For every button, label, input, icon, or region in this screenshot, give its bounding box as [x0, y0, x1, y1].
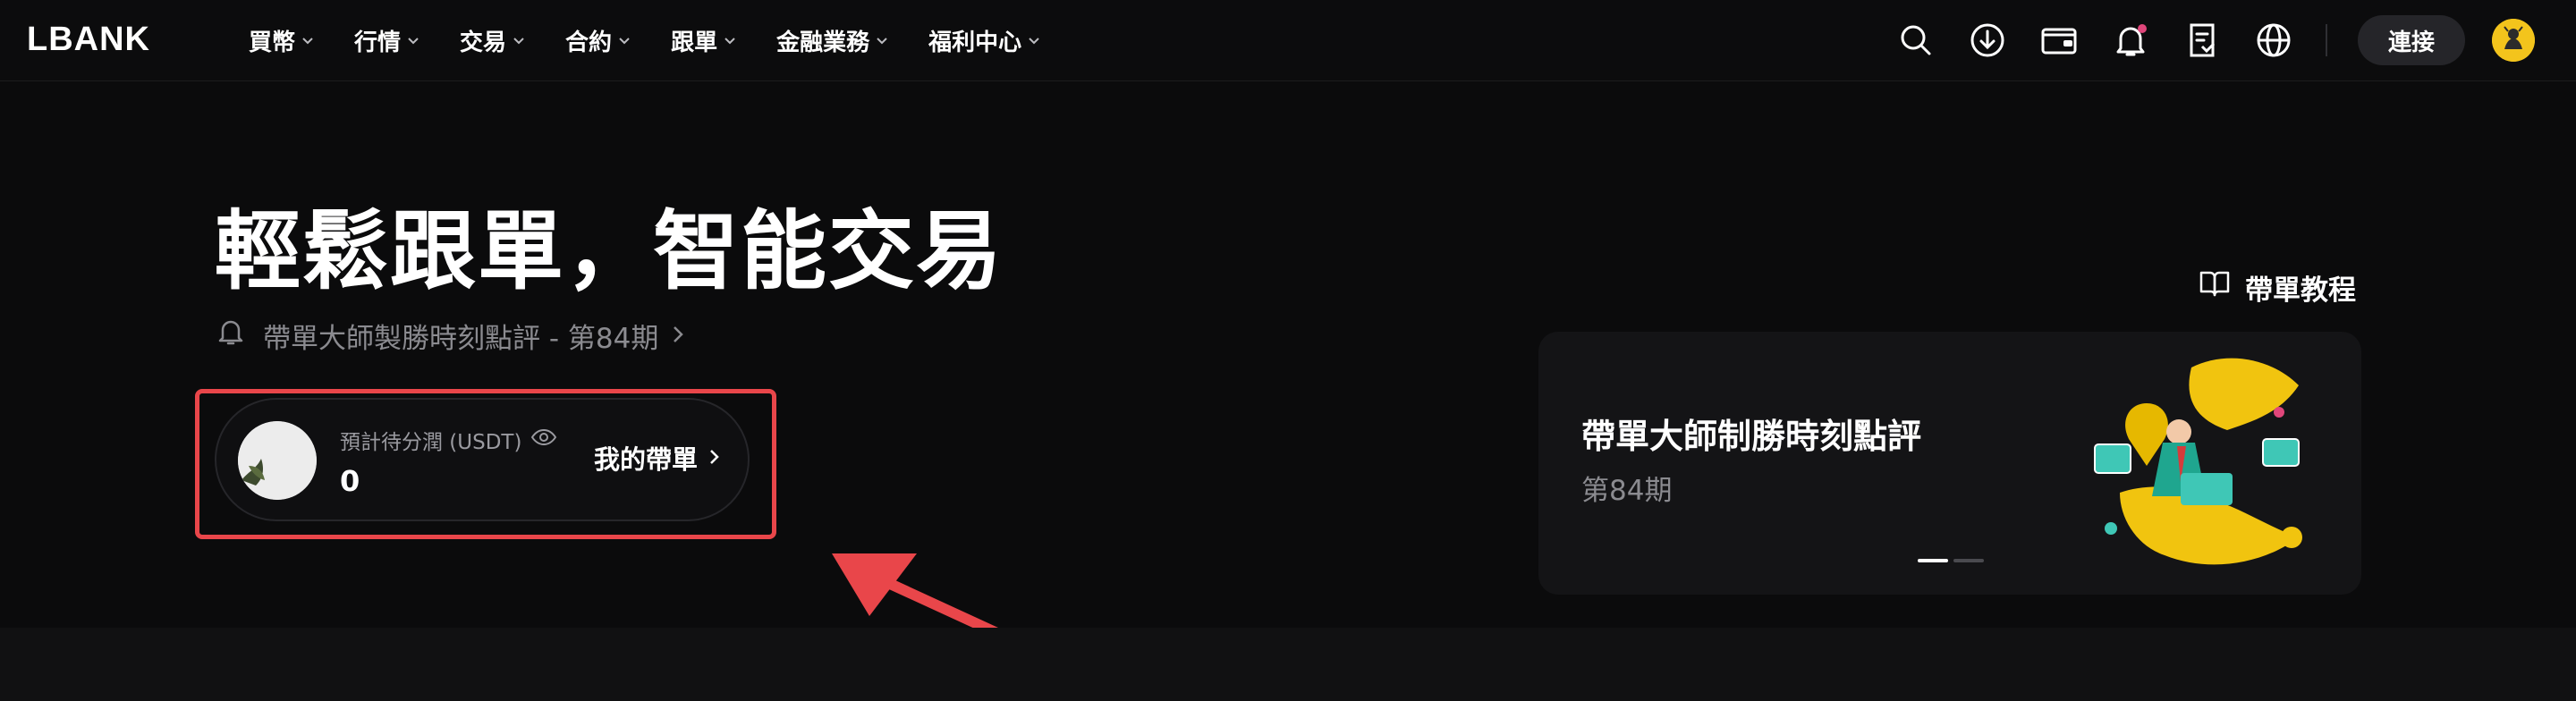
banner-title: 帶單大師制勝時刻點評 — [1581, 417, 1922, 456]
bell-icon[interactable] — [2111, 21, 2150, 60]
page-title: 輕鬆跟單，智能交易 — [215, 201, 1004, 301]
top-navbar: LBANK 買幣 行情 交易 合約 跟單 金融業務 福利中心 連接 — [0, 0, 2576, 81]
earnings-card: 預計待分潤 (USDT) 0 我的帶單 — [215, 398, 750, 521]
nav-item-copy-trading[interactable]: 跟單 — [671, 24, 737, 57]
carousel-dot[interactable] — [1953, 559, 1984, 562]
my-lead-orders-label: 我的帶單 — [593, 444, 698, 475]
announcement-text: 帶單大師製勝時刻點評 - 第84期 — [263, 322, 659, 355]
trader-avatar — [238, 421, 317, 500]
banner-illustration — [2094, 358, 2302, 565]
main-nav: 買幣 行情 交易 合約 跟單 金融業務 福利中心 — [249, 0, 1080, 80]
my-lead-orders-link[interactable]: 我的帶單 — [594, 439, 721, 477]
globe-icon[interactable] — [2254, 21, 2293, 60]
notification-dot — [2137, 24, 2147, 33]
wallet-icon[interactable] — [2039, 21, 2079, 60]
nav-item-trade[interactable]: 交易 — [460, 24, 526, 57]
header-actions: 連接 — [1896, 0, 2576, 80]
promo-banner[interactable]: 帶單大師制勝時刻點評 第84期 — [1538, 332, 2361, 595]
download-icon[interactable] — [1968, 21, 2007, 60]
nav-item-label: 金融業務 — [776, 29, 870, 56]
search-icon[interactable] — [1896, 21, 1936, 60]
chevron-down-icon — [512, 33, 526, 47]
eye-icon[interactable] — [530, 428, 557, 452]
orders-icon[interactable] — [2182, 21, 2222, 60]
nav-item-futures[interactable]: 合約 — [565, 24, 631, 57]
chevron-right-icon — [671, 319, 685, 351]
section-divider-band — [0, 628, 2576, 701]
bell-icon — [216, 317, 245, 354]
estimated-profit-value: 0 — [340, 464, 360, 498]
chevron-down-icon — [301, 33, 315, 47]
nav-item-label: 跟單 — [671, 29, 718, 56]
nav-item-label: 合約 — [565, 29, 613, 56]
nav-item-rewards-hub[interactable]: 福利中心 — [928, 24, 1041, 57]
banner-subtitle: 第84期 — [1581, 475, 1673, 507]
hero-section: 輕鬆跟單，智能交易 帶單大師製勝時刻點評 - 第84期 預計待分潤 (USDT)… — [0, 81, 2576, 686]
nav-item-label: 買幣 — [249, 29, 296, 56]
connect-button[interactable]: 連接 — [2357, 15, 2465, 65]
header-divider — [2325, 24, 2327, 56]
estimated-profit-label: 預計待分潤 (USDT) — [340, 425, 557, 455]
nav-item-buy-crypto[interactable]: 買幣 — [249, 24, 315, 57]
tutorial-label: 帶單教程 — [2245, 274, 2356, 307]
earnings-label-text: 預計待分潤 (USDT) — [340, 431, 522, 454]
carousel-indicator — [1918, 559, 1989, 562]
announcement-link[interactable]: 帶單大師製勝時刻點評 - 第84期 — [216, 316, 685, 355]
chevron-down-icon — [875, 33, 889, 47]
chevron-down-icon — [617, 33, 631, 47]
book-icon — [2199, 269, 2231, 305]
nav-item-finance[interactable]: 金融業務 — [776, 24, 889, 57]
chevron-right-icon — [708, 443, 721, 473]
chevron-down-icon — [1027, 33, 1041, 47]
user-avatar[interactable] — [2492, 19, 2535, 62]
chevron-down-icon — [723, 33, 737, 47]
lbank-logo[interactable]: LBANK — [27, 18, 150, 61]
nav-item-label: 交易 — [460, 29, 507, 56]
chevron-down-icon — [406, 33, 420, 47]
carousel-dot[interactable] — [1918, 559, 1948, 562]
nav-item-markets[interactable]: 行情 — [354, 24, 420, 57]
nav-item-label: 行情 — [354, 29, 402, 56]
nav-item-label: 福利中心 — [928, 29, 1022, 56]
lead-trading-tutorial-link[interactable]: 帶單教程 — [2199, 267, 2356, 307]
